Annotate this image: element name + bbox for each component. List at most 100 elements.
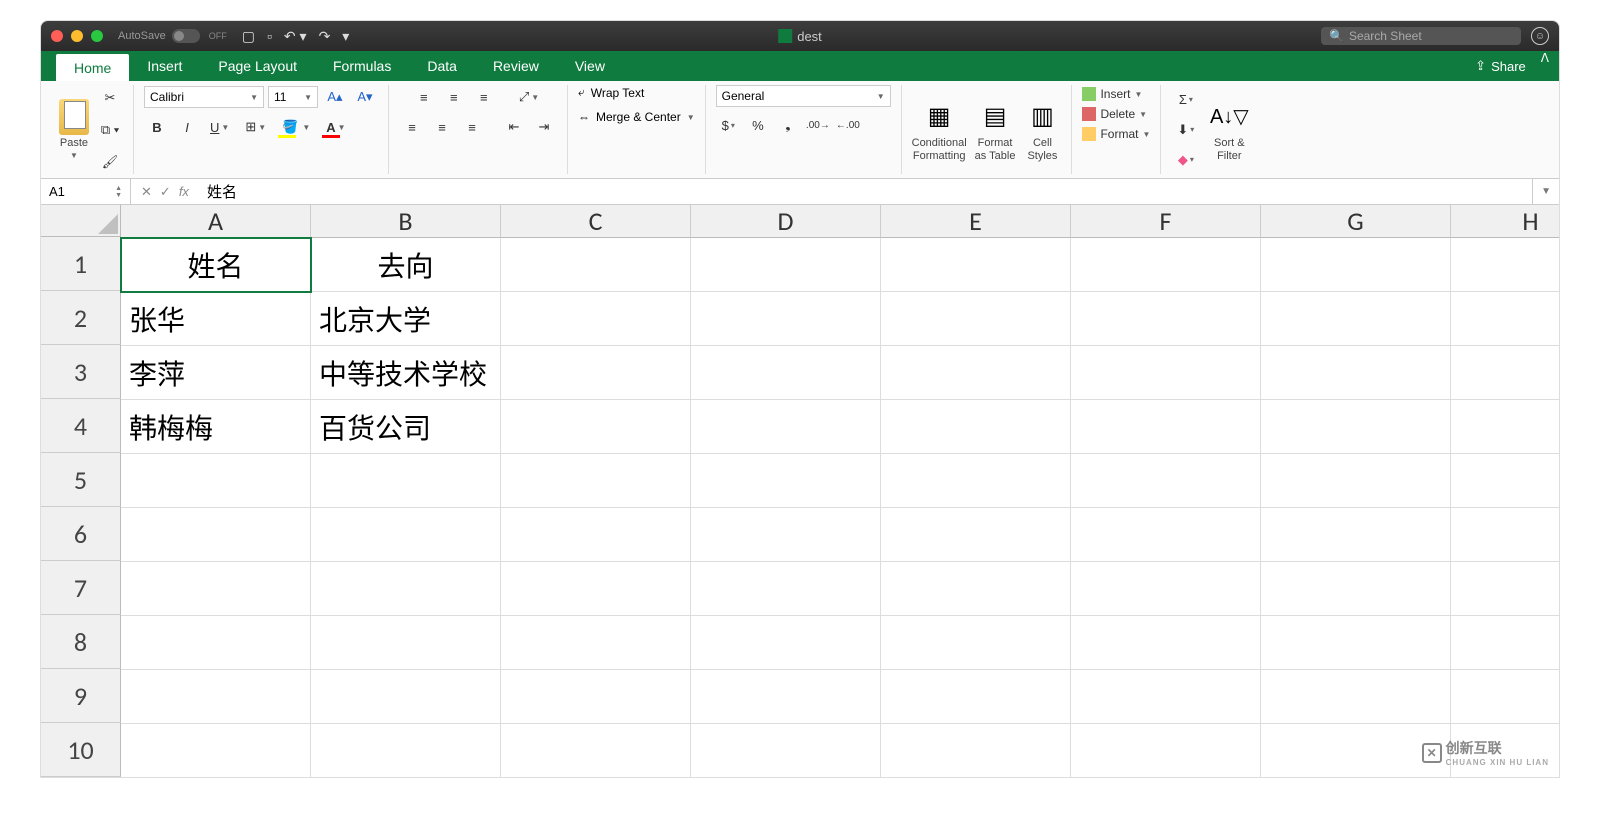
row-header-10[interactable]: 10 [41,723,121,777]
row-header-3[interactable]: 3 [41,345,121,399]
cell-H2[interactable] [1451,292,1559,346]
cell-E6[interactable] [881,508,1071,562]
cell-H9[interactable] [1451,670,1559,724]
qat-more-icon[interactable]: ▾ [342,28,349,45]
percent-icon[interactable]: % [745,113,771,137]
bold-button[interactable]: B [144,115,170,139]
cell-D2[interactable] [691,292,881,346]
cell-A7[interactable] [121,562,311,616]
cell-F5[interactable] [1071,454,1261,508]
format-as-table-button[interactable]: ▤ Format as Table [975,97,1016,161]
cell-E8[interactable] [881,616,1071,670]
merge-center-button[interactable]: ⇔Merge & Center▼ [578,110,695,124]
cell-D9[interactable] [691,670,881,724]
cancel-formula-icon[interactable]: ✕ [141,184,152,200]
align-bottom-icon[interactable]: ≡ [471,85,497,109]
cell-H7[interactable] [1451,562,1559,616]
underline-button[interactable]: U ▼ [204,115,235,139]
cell-G7[interactable] [1261,562,1451,616]
delete-cells-button[interactable]: Delete ▼ [1082,105,1147,123]
row-header-5[interactable]: 5 [41,453,121,507]
row-header-7[interactable]: 7 [41,561,121,615]
cell-G4[interactable] [1261,400,1451,454]
tab-formulas[interactable]: Formulas [315,51,409,81]
conditional-formatting-button[interactable]: ▦ Conditional Formatting [912,97,967,161]
row-header-8[interactable]: 8 [41,615,121,669]
format-painter-icon[interactable]: 🖌 [97,150,123,174]
name-box[interactable]: A1 ▲▼ [41,179,131,204]
italic-button[interactable]: I [174,115,200,139]
cell-D4[interactable] [691,400,881,454]
maximize-button[interactable] [91,30,103,42]
cell-B7[interactable] [311,562,501,616]
orientation-icon[interactable]: ⤢ ▼ [513,85,545,109]
align-left-icon[interactable]: ≡ [399,115,425,139]
paste-dropdown-icon[interactable]: ▼ [70,151,78,160]
cell-B5[interactable] [311,454,501,508]
cell-B8[interactable] [311,616,501,670]
cell-C7[interactable] [501,562,691,616]
expand-formula-bar-icon[interactable]: ▼ [1532,179,1559,204]
copy-icon[interactable]: ⧉ ▾ [97,118,123,142]
cell-F10[interactable] [1071,724,1261,777]
column-header-G[interactable]: G [1261,205,1451,238]
clear-icon[interactable]: ◆ ▾ [1172,148,1200,172]
decrease-indent-icon[interactable]: ⇤ [501,115,527,139]
cell-D5[interactable] [691,454,881,508]
cell-C1[interactable] [501,238,691,292]
column-header-E[interactable]: E [881,205,1071,238]
cell-F1[interactable] [1071,238,1261,292]
cell-B4[interactable]: 百货公司 [311,400,501,454]
column-header-D[interactable]: D [691,205,881,238]
align-middle-icon[interactable]: ≡ [441,85,467,109]
cell-A1[interactable]: 姓名 [121,238,311,292]
cell-B6[interactable] [311,508,501,562]
cell-H3[interactable] [1451,346,1559,400]
cell-E1[interactable] [881,238,1071,292]
cell-F9[interactable] [1071,670,1261,724]
tab-view[interactable]: View [557,51,623,81]
tab-page-layout[interactable]: Page Layout [200,51,315,81]
cell-E7[interactable] [881,562,1071,616]
decrease-font-icon[interactable]: A▾ [352,85,378,109]
increase-decimal-icon[interactable]: .00→ [805,113,831,137]
cell-A4[interactable]: 韩梅梅 [121,400,311,454]
align-top-icon[interactable]: ≡ [411,85,437,109]
column-header-F[interactable]: F [1071,205,1261,238]
cell-C3[interactable] [501,346,691,400]
cell-D10[interactable] [691,724,881,777]
cell-C2[interactable] [501,292,691,346]
close-button[interactable] [51,30,63,42]
tab-review[interactable]: Review [475,51,557,81]
row-header-4[interactable]: 4 [41,399,121,453]
font-color-button[interactable]: A ▼ [320,115,351,139]
formula-input[interactable]: 姓名 [199,181,1532,202]
cell-D1[interactable] [691,238,881,292]
user-account-icon[interactable]: ☺ [1531,27,1549,45]
cell-G6[interactable] [1261,508,1451,562]
cell-A6[interactable] [121,508,311,562]
cell-H1[interactable] [1451,238,1559,292]
cell-G5[interactable] [1261,454,1451,508]
cell-G8[interactable] [1261,616,1451,670]
cell-A2[interactable]: 张华 [121,292,311,346]
collapse-ribbon-icon[interactable]: ᐱ [1541,51,1549,81]
cell-E5[interactable] [881,454,1071,508]
row-header-2[interactable]: 2 [41,291,121,345]
cell-styles-button[interactable]: ▥ Cell Styles [1023,97,1061,161]
format-cells-button[interactable]: Format ▼ [1082,125,1150,143]
cell-E9[interactable] [881,670,1071,724]
enter-formula-icon[interactable]: ✓ [160,184,171,200]
cell-F7[interactable] [1071,562,1261,616]
increase-indent-icon[interactable]: ⇥ [531,115,557,139]
column-header-A[interactable]: A [121,205,311,238]
cell-B2[interactable]: 北京大学 [311,292,501,346]
cell-E4[interactable] [881,400,1071,454]
cell-G9[interactable] [1261,670,1451,724]
row-header-1[interactable]: 1 [41,237,121,291]
align-right-icon[interactable]: ≡ [459,115,485,139]
wrap-text-button[interactable]: ⤶Wrap Text [578,85,644,100]
cell-A8[interactable] [121,616,311,670]
undo-icon[interactable]: ↶ ▾ [284,28,307,45]
tab-data[interactable]: Data [409,51,475,81]
